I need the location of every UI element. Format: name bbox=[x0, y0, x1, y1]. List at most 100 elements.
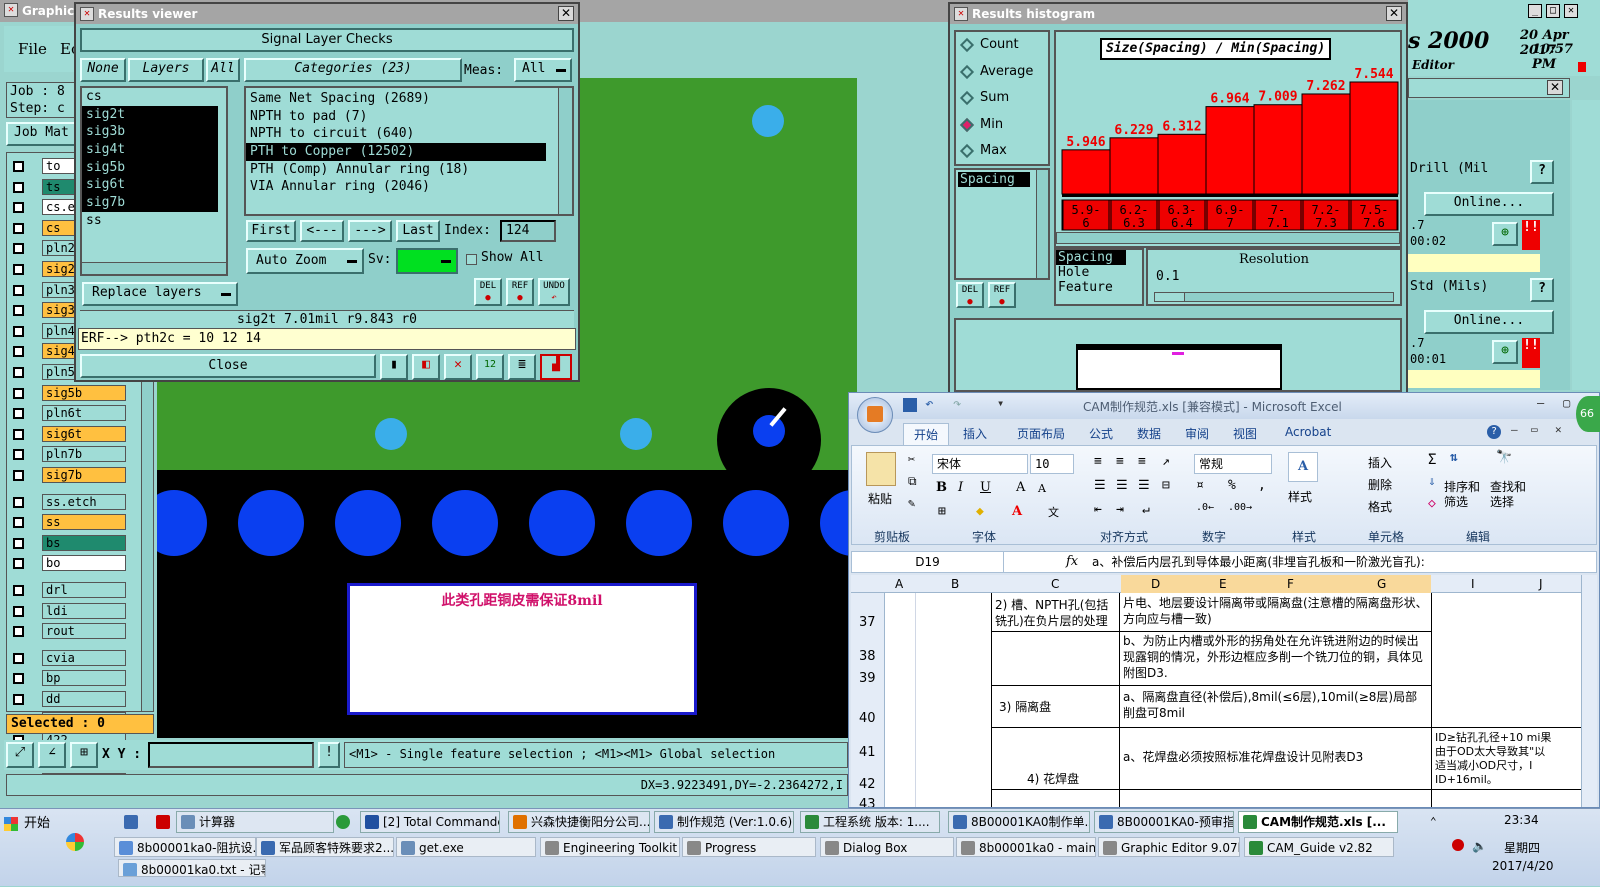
help-button[interactable]: ? bbox=[1530, 278, 1554, 302]
notification-badge[interactable]: 66 bbox=[1576, 396, 1600, 432]
meas-select[interactable]: All bbox=[514, 58, 572, 82]
job-matrix-button[interactable]: Job Mat bbox=[6, 122, 78, 146]
align-middle-icon[interactable]: ≡ bbox=[1116, 454, 1124, 469]
results-viewer-titlebar[interactable]: ✕ Results viewer ✕ bbox=[76, 4, 578, 24]
category-item[interactable]: Same Net Spacing (2689) bbox=[246, 90, 572, 108]
comma-icon[interactable]: , bbox=[1258, 478, 1266, 493]
layer-visibility-checkbox[interactable] bbox=[13, 346, 24, 358]
row-header[interactable]: 40 bbox=[859, 711, 876, 727]
cell-d38[interactable]: b、为防止内槽或外形的拐角处在允许铣进附边的时候出现露铜的情况，外形边框应多削一… bbox=[1123, 633, 1429, 681]
phonetic-icon[interactable]: 文 bbox=[1048, 504, 1059, 520]
menu-file[interactable]: File bbox=[18, 40, 47, 58]
align-right-icon[interactable]: ☰ bbox=[1138, 478, 1150, 493]
counter-icon[interactable]: 12 bbox=[476, 354, 504, 380]
help-icon[interactable]: ? bbox=[1487, 425, 1501, 439]
taskbar-item[interactable]: 8b00001ka0 - main_qa bbox=[956, 837, 1096, 857]
layer-item[interactable]: sig7b bbox=[82, 194, 218, 212]
index-input[interactable]: 124 bbox=[500, 220, 556, 242]
layer-row[interactable]: pln6t bbox=[10, 405, 126, 423]
ribbon-tab[interactable]: 审阅 bbox=[1175, 423, 1219, 445]
histogram-bar[interactable] bbox=[1301, 93, 1351, 195]
measure-list[interactable]: Spacing bbox=[954, 168, 1050, 280]
prev-button[interactable]: <--- bbox=[300, 220, 344, 242]
autosum-icon[interactable]: Σ bbox=[1428, 452, 1436, 468]
fill-icon[interactable]: ⇓ bbox=[1428, 474, 1436, 489]
layer-row[interactable]: drl bbox=[10, 582, 126, 600]
ie-icon[interactable] bbox=[336, 815, 350, 829]
layer-visibility-checkbox[interactable] bbox=[13, 694, 24, 705]
clear-icon[interactable]: ◇ bbox=[1428, 496, 1436, 511]
insert-cells[interactable]: 插入 bbox=[1352, 454, 1392, 471]
ribbon-restore-icon[interactable]: ▭ bbox=[1531, 423, 1538, 436]
grow-font-icon[interactable]: A bbox=[1016, 480, 1025, 495]
taskbar-item[interactable]: Engineering Toolkit 9.... bbox=[540, 837, 680, 857]
layer-row[interactable]: ldi bbox=[10, 602, 126, 621]
layer-row[interactable]: bs bbox=[10, 534, 126, 553]
save-icon[interactable] bbox=[903, 398, 917, 412]
decrease-decimal-icon[interactable]: .00→ bbox=[1228, 502, 1252, 513]
layer-item[interactable]: sig3b bbox=[82, 123, 218, 142]
quicklaunch-icon[interactable] bbox=[124, 815, 138, 829]
replace-layers-select[interactable]: Replace layers bbox=[82, 282, 238, 306]
none-button[interactable]: None bbox=[80, 58, 126, 82]
histogram-bar[interactable] bbox=[1157, 133, 1207, 195]
category-item[interactable]: NPTH to circuit (640) bbox=[246, 125, 572, 143]
increase-decimal-icon[interactable]: .0← bbox=[1196, 502, 1214, 513]
alert-icon[interactable]: !! bbox=[1522, 338, 1540, 368]
taskbar-item[interactable]: 计算器 bbox=[176, 811, 334, 833]
start-button[interactable]: 开始 bbox=[2, 813, 62, 835]
slider-handle[interactable] bbox=[1155, 293, 1185, 301]
statistic-option[interactable]: Average bbox=[956, 59, 1048, 86]
layer-visibility-checkbox[interactable] bbox=[13, 585, 24, 596]
layer-name[interactable]: sig5b bbox=[42, 384, 126, 401]
layer-name[interactable]: bo bbox=[42, 555, 126, 572]
layer-visibility-checkbox[interactable] bbox=[13, 264, 24, 275]
office-button[interactable] bbox=[857, 397, 893, 433]
layer-name[interactable]: pln7b bbox=[42, 446, 126, 463]
radio-icon[interactable] bbox=[959, 143, 975, 159]
results-layer-list[interactable]: cs sig2t sig3b sig4t sig5b sig6t sig7b ss bbox=[80, 86, 228, 276]
radio-icon[interactable] bbox=[959, 90, 975, 106]
format-cells[interactable]: 格式 bbox=[1352, 498, 1392, 515]
layer-visibility-checkbox[interactable] bbox=[13, 626, 24, 638]
categories-button[interactable]: Categories (23) bbox=[244, 58, 462, 82]
paste-icon[interactable] bbox=[866, 452, 896, 486]
font-name-select[interactable]: 宋体 bbox=[932, 454, 1028, 474]
taskbar-item[interactable]: 工程系统 版本: 1.... bbox=[800, 811, 940, 833]
ribbon-tab[interactable]: Acrobat bbox=[1275, 423, 1341, 445]
measure-type-list[interactable]: Spacing Hole Feature bbox=[1054, 248, 1144, 306]
column-header[interactable]: D bbox=[1151, 576, 1160, 592]
histogram-bar[interactable] bbox=[1061, 149, 1111, 195]
next-button[interactable]: ---> bbox=[348, 220, 392, 242]
decrease-indent-icon[interactable]: ⇤ bbox=[1094, 502, 1102, 517]
column-header[interactable]: G bbox=[1377, 576, 1386, 592]
layer-name[interactable]: ss.etch bbox=[42, 493, 126, 510]
undo-icon[interactable]: ↶ bbox=[925, 396, 933, 412]
row-header[interactable]: 42 bbox=[859, 777, 876, 793]
categories-scrollbar[interactable] bbox=[558, 88, 572, 214]
volume-icon[interactable]: 🔈 bbox=[1472, 839, 1487, 853]
redo-icon[interactable]: ↷ bbox=[953, 396, 961, 412]
row-header[interactable]: 39 bbox=[859, 671, 876, 687]
tray-app-icon[interactable] bbox=[1452, 839, 1464, 851]
cell-d40[interactable]: a、隔离盘直径(补偿后),8mil(≤6层),10mil(≥8层)局部削盘可8m… bbox=[1123, 689, 1429, 721]
ribbon-tab[interactable]: 视图 bbox=[1223, 423, 1267, 445]
ribbon-tab[interactable]: 数据 bbox=[1127, 423, 1171, 445]
layer-name[interactable]: drl bbox=[42, 582, 126, 598]
layer-name[interactable]: pln6t bbox=[42, 405, 126, 422]
align-left-icon[interactable]: ☰ bbox=[1094, 478, 1106, 493]
layer-row[interactable]: bp bbox=[10, 670, 126, 688]
layer-item[interactable]: sig6t bbox=[82, 176, 218, 195]
ribbon-minimize-icon[interactable]: — bbox=[1511, 423, 1518, 436]
taskbar-item[interactable]: CAM_Guide v2.82 bbox=[1244, 837, 1394, 857]
zoom-icon[interactable]: ⊕ bbox=[1492, 222, 1518, 246]
restore-icon[interactable]: ▢ bbox=[1563, 396, 1570, 410]
fill-color-icon[interactable]: ◆ bbox=[976, 504, 984, 519]
row-header[interactable]: 37 bbox=[859, 615, 876, 631]
delete-button[interactable]: DEL ● bbox=[474, 278, 502, 306]
undo-button[interactable]: UNDO ↶ bbox=[538, 278, 570, 306]
last-button[interactable]: Last bbox=[396, 220, 440, 242]
sort-filter-label[interactable]: 排序和 筛选 bbox=[1444, 480, 1480, 510]
tray-up-icon[interactable]: ⌃ bbox=[1430, 815, 1437, 828]
ribbon-tab[interactable]: 插入 bbox=[953, 423, 997, 445]
